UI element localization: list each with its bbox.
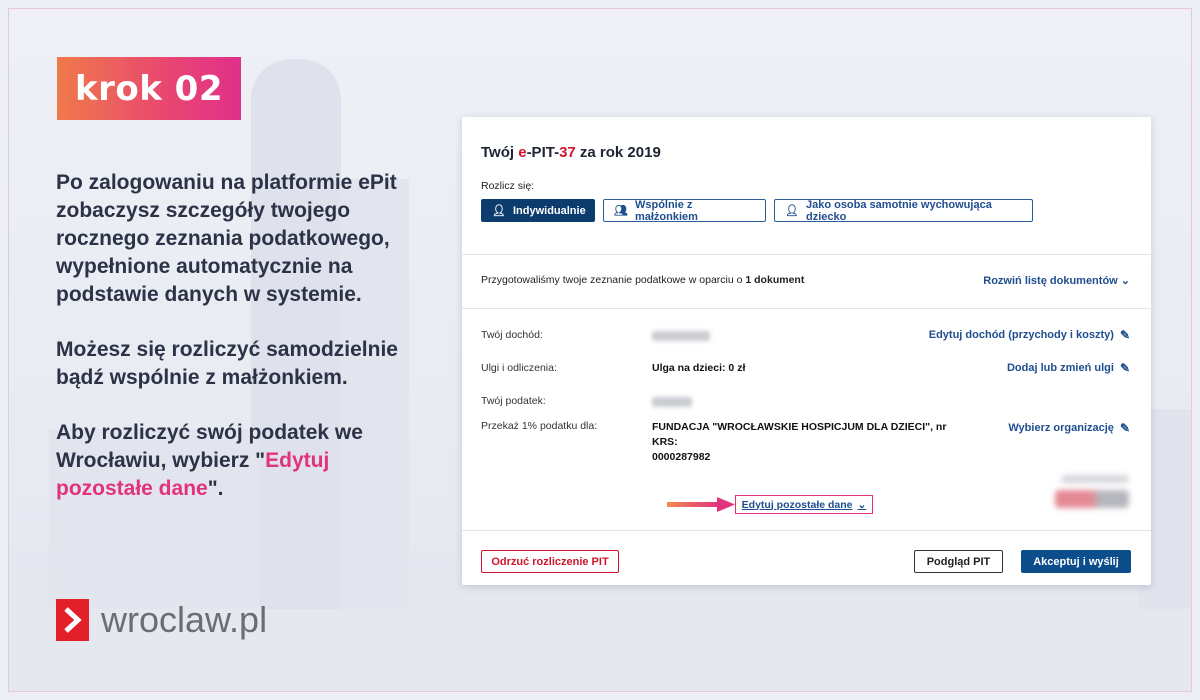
title-segment: e: [518, 144, 527, 161]
blurred-income-value: [652, 331, 710, 341]
blurred-tax-value: [652, 397, 692, 407]
instruction-paragraph-1: Po zalogowaniu na platformie ePit zobacz…: [56, 171, 397, 306]
one-percent-value: FUNDACJA "WROCŁAWSKIE HOSPICJUM DLA DZIE…: [652, 420, 952, 465]
expand-documents-link[interactable]: Rozwiń listę dokumentów ⌄: [983, 274, 1130, 287]
choose-organization-label: Wybierz organizację: [1008, 422, 1114, 434]
edit-other-label: Edytuj pozostałe dane: [741, 498, 853, 511]
settle-label: Rozlicz się:: [481, 180, 535, 192]
background-frame: krok 02 Po zalogowaniu na platformie ePi…: [8, 8, 1192, 692]
edit-other-data-link[interactable]: Edytuj pozostałe dane ⌄: [735, 495, 873, 514]
relief-value: Ulga na dzieci: 0 zł: [652, 362, 746, 374]
card-title: Twój e-PIT-37 za rok 2019: [481, 144, 661, 161]
option-joint-button[interactable]: 👥︎ Wspólnie z małżonkiem: [603, 198, 766, 223]
choose-organization-link[interactable]: Wybierz organizację ✎: [1008, 421, 1130, 435]
couple-icon: 👥︎: [614, 205, 628, 217]
pencil-icon: ✎: [1119, 328, 1130, 342]
option-label: Jako osoba samotnie wychowująca dziecko: [805, 198, 992, 223]
chevron-down-icon: ⌄: [1120, 275, 1130, 287]
edit-relief-link[interactable]: Dodaj lub zmień ulgi ✎: [1007, 361, 1130, 375]
edit-relief-label: Dodaj lub zmień ulgi: [1006, 362, 1114, 374]
option-individual-button[interactable]: 👤︎ Indywidualnie: [481, 199, 595, 222]
title-segment: -PIT-: [526, 144, 560, 161]
edit-income-label: Edytuj dochód (przychody i koszty): [928, 329, 1114, 341]
wroclaw-logo: wroclaw.pl: [56, 599, 267, 641]
accept-send-button[interactable]: Akceptuj i wyślij: [1021, 550, 1131, 573]
instruction-text-segment: ".: [207, 477, 224, 500]
title-segment: za rok 2019: [575, 144, 661, 161]
option-label: Wspólnie z małżonkiem: [634, 198, 698, 223]
prepared-info: Przygotowaliśmy twoje zeznanie podatkowe…: [481, 274, 804, 286]
instruction-paragraph-2: Możesz się rozliczyć samodzielnie bądź w…: [56, 338, 398, 389]
income-label: Twój dochód:: [481, 329, 543, 341]
divider: [462, 308, 1151, 309]
divider: [462, 254, 1151, 255]
one-percent-org: FUNDACJA "WROCŁAWSKIE HOSPICJUM DLA DZIE…: [652, 421, 947, 448]
relief-label: Ulgi i odliczenia:: [481, 362, 557, 374]
title-segment: 37: [559, 144, 576, 161]
divider: [462, 530, 1151, 531]
step-badge-label: krok 02: [75, 68, 223, 109]
edit-income-link[interactable]: Edytuj dochód (przychody i koszty) ✎: [929, 328, 1130, 342]
pencil-icon: ✎: [1119, 361, 1130, 375]
option-label: Indywidualnie: [512, 204, 586, 217]
option-single-parent-button[interactable]: 👤︎ Jako osoba samotnie wychowująca dziec…: [774, 198, 1033, 223]
prepared-text: Przygotowaliśmy twoje zeznanie podatkowe…: [481, 274, 746, 286]
tax-label: Twój podatek:: [481, 395, 546, 407]
pencil-icon: ✎: [1119, 421, 1130, 435]
epit-card: Twój e-PIT-37 za rok 2019 Rozlicz się: 👤…: [462, 117, 1151, 585]
instruction-text: Po zalogowaniu na platformie ePit zobacz…: [56, 169, 416, 530]
one-percent-krs: 0000287982: [652, 451, 711, 463]
parent-child-icon: 👤︎: [785, 205, 799, 217]
arrow-right-icon: [667, 497, 735, 512]
chevron-right-icon: [56, 599, 89, 641]
blurred-summary-amount: [1055, 490, 1129, 508]
preview-pit-button[interactable]: Podgląd PIT: [914, 550, 1003, 573]
instruction-paragraph-3: Aby rozliczyć swój podatek we Wrocławiu,…: [56, 419, 416, 503]
person-icon: 👤︎: [492, 205, 506, 217]
expand-label: Rozwiń listę dokumentów: [983, 275, 1118, 287]
chevron-down-icon: ⌄: [857, 498, 867, 511]
step-badge: krok 02: [57, 57, 241, 120]
reject-pit-button[interactable]: Odrzuć rozliczenie PIT: [481, 550, 619, 573]
prepared-count: 1 dokument: [745, 274, 805, 286]
one-percent-label: Przekaż 1% podatku dla:: [481, 420, 598, 432]
blurred-summary-label: [1061, 475, 1129, 483]
title-segment: Twój: [481, 144, 519, 161]
logo-text: wroclaw.pl: [101, 599, 268, 640]
